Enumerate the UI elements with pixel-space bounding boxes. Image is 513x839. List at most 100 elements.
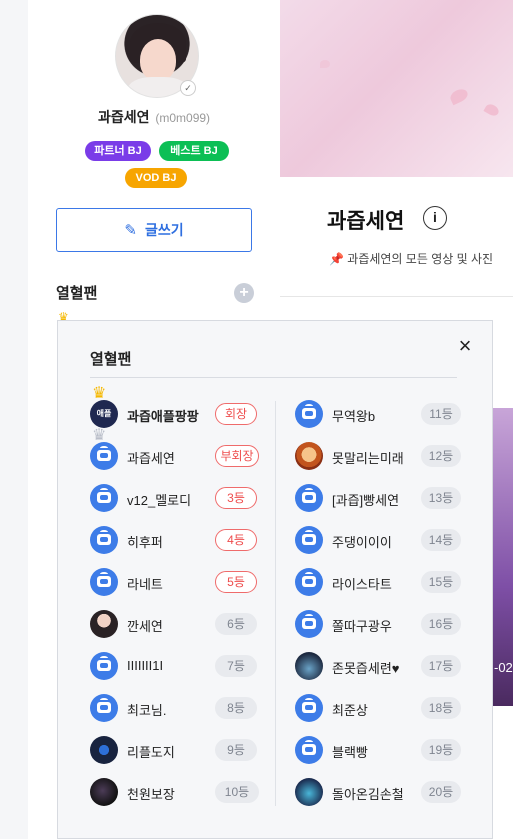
rank-badge: 3등 [215, 487, 257, 509]
rank-badge: 16등 [421, 613, 461, 635]
page-description: 📌 과즙세연의 모든 영상 및 사진 [329, 252, 494, 266]
page-title: 과즙세연 [327, 210, 405, 233]
fan-name: 라이스타트 [332, 577, 392, 592]
fan-avatar[interactable] [90, 778, 118, 806]
tv-icon [302, 618, 316, 629]
fan-avatar[interactable] [295, 736, 323, 764]
fan-row[interactable]: 애플 ♛ 과즙애플팡팡 회장 [90, 386, 257, 430]
fan-name: 깐세연 [127, 619, 163, 634]
fan-avatar[interactable] [295, 610, 323, 638]
fan-avatar[interactable] [295, 442, 323, 470]
tv-icon [97, 576, 111, 587]
info-icon[interactable]: i [423, 206, 447, 230]
fan-row[interactable]: 최준상 18등 [295, 694, 461, 724]
fan-avatar[interactable] [90, 694, 118, 722]
fan-name: 돌아온김손철 [332, 787, 404, 802]
petal-decoration [483, 102, 501, 118]
petal-decoration [320, 60, 330, 68]
rank-badge: 7등 [215, 655, 257, 677]
fan-avatar[interactable] [295, 568, 323, 596]
fan-row[interactable]: 라이스타트 15등 [295, 568, 461, 598]
fan-row[interactable]: 쫄따구광우 16등 [295, 610, 461, 640]
profile-name-text: 과즙세연 [97, 109, 150, 125]
fan-row[interactable]: ♛ 과즙세연 부회장 [90, 428, 259, 472]
rank-badge: 8등 [215, 697, 257, 719]
fan-name: 주댕이이이 [332, 535, 392, 550]
vod-badge: VOD BJ [125, 168, 187, 188]
fan-avatar[interactable] [295, 526, 323, 554]
rank-badge: 10등 [215, 781, 259, 803]
profile-banner [280, 0, 513, 177]
avatar-shirt [128, 77, 188, 97]
fan-name: 무역왕b [332, 409, 376, 424]
fan-avatar[interactable] [295, 652, 323, 680]
fan-name: 천원보장 [127, 787, 175, 802]
fan-row[interactable]: v12_멜로디 3등 [90, 484, 257, 514]
tv-icon [302, 744, 316, 755]
fan-avatar[interactable] [90, 526, 118, 554]
page-gutter [0, 0, 28, 839]
fan-row[interactable]: 리플도지 9등 [90, 736, 257, 766]
fan-avatar[interactable] [90, 736, 118, 764]
rank-badge: 20등 [421, 781, 461, 803]
fan-row[interactable]: 무역왕b 11등 [295, 400, 461, 430]
rank-badge: 9등 [215, 739, 257, 761]
fan-avatar[interactable] [90, 568, 118, 596]
tv-icon [302, 576, 316, 587]
rank-badge: 14등 [421, 529, 461, 551]
fan-row[interactable]: 최코님. 8등 [90, 694, 257, 724]
fan-name: IIIIIII1I [127, 658, 164, 673]
fan-avatar[interactable] [90, 484, 118, 512]
fan-row[interactable]: 못말리는미래 12등 [295, 442, 461, 472]
fan-avatar[interactable] [295, 778, 323, 806]
fan-name: [과즙]빵세연 [332, 493, 400, 508]
fan-row[interactable]: 블랙빵 19등 [295, 736, 461, 766]
fan-ranking-popup: 열혈팬 × 애플 ♛ 과즙애플팡팡 회장 ♛ 과즙세연 부회장 v12_멜로디 3등 히후퍼 4등 라… [57, 320, 493, 839]
fan-avatar[interactable]: 애플 [90, 400, 118, 428]
fan-avatar[interactable] [295, 694, 323, 722]
fan-avatar[interactable] [90, 442, 118, 470]
pencil-icon: ✎ [124, 222, 137, 239]
rank-badge: 15등 [421, 571, 461, 593]
write-button[interactable]: ✎ 글쓰기 [56, 208, 252, 252]
fan-name: 라네트 [127, 577, 163, 592]
profile-name: 과즙세연 (m0m099) [28, 107, 280, 127]
close-icon[interactable]: × [454, 335, 476, 357]
fan-row[interactable]: 주댕이이이 14등 [295, 526, 461, 556]
fan-row[interactable]: [과즙]빵세연 13등 [295, 484, 461, 514]
rank-badge: 회장 [215, 403, 257, 425]
rank-badge: 18등 [421, 697, 461, 719]
divider [280, 296, 513, 297]
tv-icon [97, 492, 111, 503]
fan-row[interactable]: 존못즙세련♥ 17등 [295, 652, 461, 682]
tv-icon [302, 534, 316, 545]
fan-name: 블랙빵 [332, 745, 368, 760]
rank-badge: 11등 [421, 403, 461, 425]
fan-name: 최준상 [332, 703, 368, 718]
profile-uid: (m0m099) [155, 111, 211, 125]
fan-row[interactable]: 돌아온김손철 20등 [295, 778, 461, 808]
fan-row[interactable]: 라네트 5등 [90, 568, 257, 598]
verified-icon: ✓ [180, 80, 196, 96]
fan-name: 과즙애플팡팡 [127, 409, 199, 424]
fan-name: 쫄따구광우 [332, 619, 392, 634]
fan-name: 과즙세연 [127, 451, 175, 466]
fan-name: 리플도지 [127, 745, 175, 760]
tv-icon [97, 660, 111, 671]
fan-row[interactable]: IIIIIII1I 7등 [90, 652, 257, 682]
fan-avatar[interactable] [295, 484, 323, 512]
plus-icon[interactable]: + [234, 283, 254, 303]
fan-avatar[interactable] [90, 652, 118, 680]
fan-name: 최코님. [127, 703, 167, 718]
fan-name: 못말리는미래 [332, 451, 404, 466]
fan-row[interactable]: 히후퍼 4등 [90, 526, 257, 556]
popup-title: 열혈팬 [90, 351, 132, 368]
fan-name: v12_멜로디 [127, 493, 192, 508]
partner-badge: 파트너 BJ [85, 141, 151, 161]
fan-row[interactable]: 깐세연 6등 [90, 610, 257, 640]
fan-avatar[interactable] [295, 400, 323, 428]
petal-decoration [448, 86, 470, 106]
fan-row[interactable]: 천원보장 10등 [90, 778, 259, 808]
column-divider [275, 401, 276, 806]
fan-avatar[interactable] [90, 610, 118, 638]
